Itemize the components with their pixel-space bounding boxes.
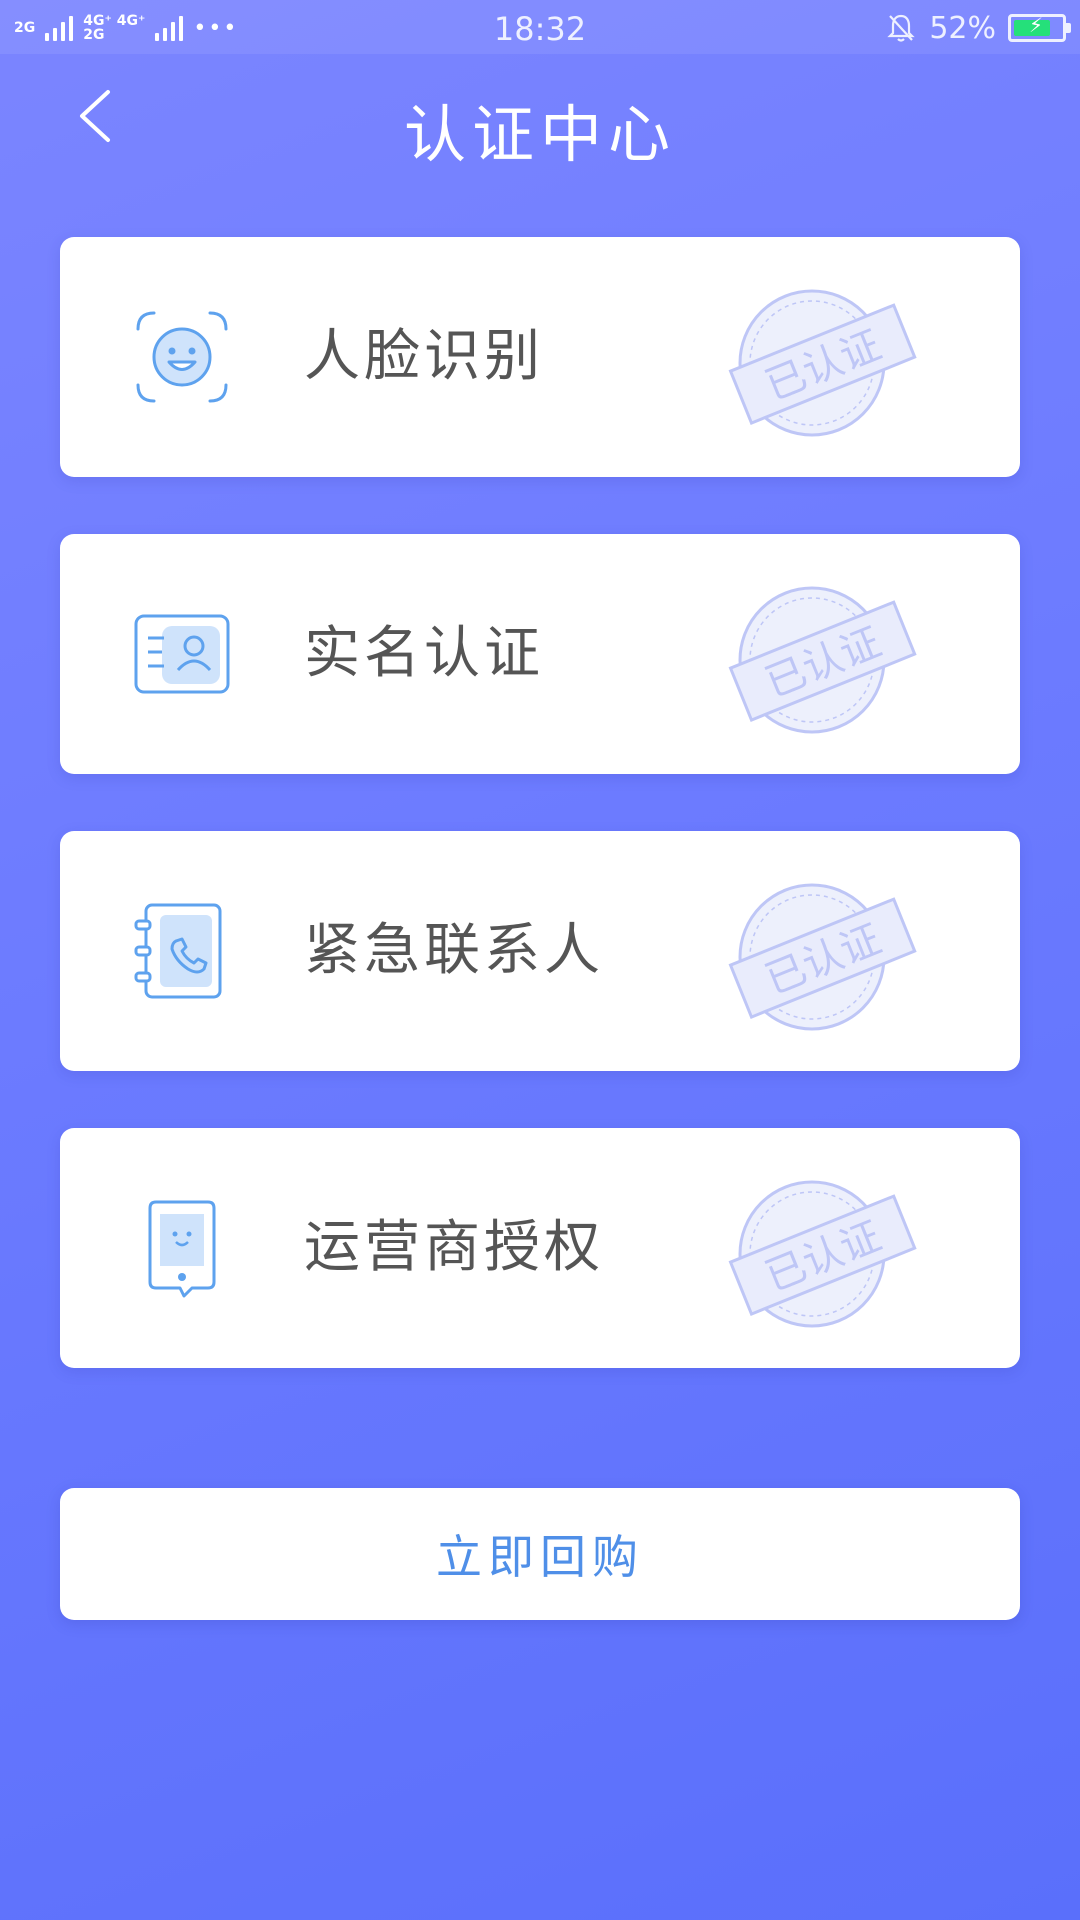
page-title: 认证中心 [403, 98, 676, 171]
contact-book-icon [134, 903, 222, 999]
card-label: 实名认证 [304, 621, 544, 686]
verified-stamp-icon: 已认证 [728, 289, 917, 437]
buyback-button[interactable]: 立即回购 [60, 1488, 1020, 1620]
alarm-off-icon [887, 14, 915, 42]
status-bar: 2G 4G⁺ 4G⁺ 2G ••• 18:32 52% ⚡ [0, 0, 1080, 54]
emergency-contact-card[interactable]: 紧急联系人 已认证 [60, 831, 1020, 1071]
face-recognition-card[interactable]: 人脸识别 已认证 [60, 237, 1020, 477]
phone-carrier-icon [148, 1200, 216, 1298]
card-label: 人脸识别 [304, 324, 544, 389]
status-right: 52% ⚡ [885, 6, 1071, 50]
battery-percent: 52% [929, 10, 996, 46]
header: 认证中心 [0, 54, 1080, 194]
verified-stamp-icon: 已认证 [728, 586, 917, 734]
id-card-icon [134, 614, 230, 694]
carrier-authorization-card[interactable]: 运营商授权 已认证 [60, 1128, 1020, 1368]
card-label: 运营商授权 [304, 1215, 604, 1280]
verified-stamp-icon: 已认证 [728, 1180, 917, 1328]
verified-stamp-icon: 已认证 [728, 883, 917, 1031]
real-name-card[interactable]: 实名认证 已认证 [60, 534, 1020, 774]
card-label: 紧急联系人 [304, 918, 604, 983]
battery-charging-icon: ⚡ [1008, 13, 1071, 42]
face-scan-icon [136, 311, 228, 403]
